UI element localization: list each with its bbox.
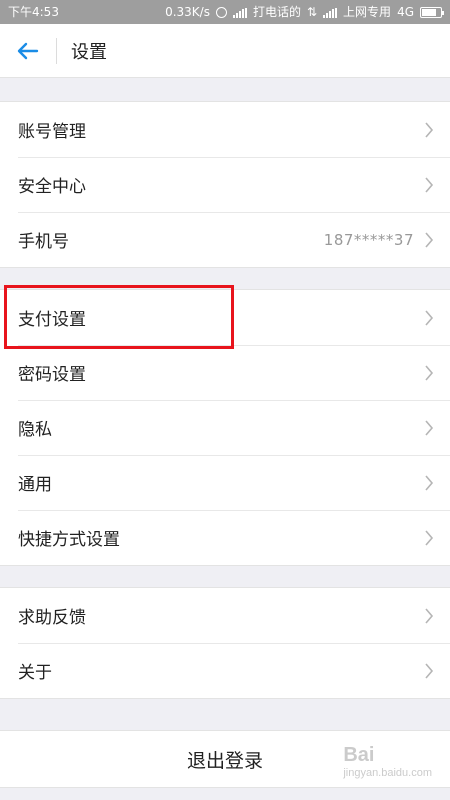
back-button[interactable]	[0, 24, 56, 78]
settings-item-security-center[interactable]: 安全中心	[0, 157, 450, 212]
battery-icon	[414, 0, 444, 24]
settings-item-label: 关于	[18, 663, 52, 683]
settings-item-label: 求助反馈	[18, 608, 86, 628]
logout-label: 退出登录	[186, 749, 263, 772]
settings-item-help-feedback[interactable]: 求助反馈	[0, 588, 450, 643]
settings-section-account: 账号管理 安全中心 手机号 187*****37	[0, 101, 450, 268]
network-speed: 0.33K/s	[165, 5, 210, 19]
alarm-icon	[215, 0, 227, 24]
data-transfer-icon: ⇅	[306, 5, 318, 19]
chevron-right-icon	[425, 662, 434, 679]
chevron-right-icon	[425, 364, 434, 381]
watermark-sub: jingyan.baidu.com	[343, 767, 432, 779]
settings-item-label: 快捷方式设置	[18, 530, 120, 550]
settings-item-label: 通用	[18, 475, 52, 495]
phone-number-value: 187*****37	[323, 230, 414, 249]
title-bar: 设置	[0, 24, 450, 78]
chevron-right-icon	[425, 419, 434, 436]
carrier-label: 上网专用	[343, 5, 392, 19]
arrow-left-icon	[17, 42, 39, 59]
settings-item-general[interactable]: 通用	[0, 455, 450, 510]
settings-item-shortcut-settings[interactable]: 快捷方式设置	[0, 510, 450, 565]
settings-item-phone-number[interactable]: 手机号 187*****37	[0, 212, 450, 267]
chevron-right-icon	[425, 529, 434, 546]
chevron-right-icon	[425, 121, 434, 138]
signal-icon-2	[323, 0, 338, 24]
call-label: 打电话的	[252, 5, 301, 19]
settings-item-label: 密码设置	[18, 365, 86, 385]
settings-item-label: 隐私	[18, 420, 52, 440]
chevron-right-icon	[425, 231, 434, 248]
settings-item-payment-settings[interactable]: 支付设置	[0, 290, 450, 345]
settings-item-label: 手机号	[18, 232, 69, 252]
network-type: 4G	[397, 5, 414, 19]
settings-item-label: 账号管理	[18, 122, 86, 142]
page-title: 设置	[71, 41, 107, 63]
settings-item-label: 支付设置	[18, 310, 86, 330]
signal-icon	[232, 0, 247, 24]
settings-item-account-management[interactable]: 账号管理	[0, 102, 450, 157]
settings-item-password-settings[interactable]: 密码设置	[0, 345, 450, 400]
settings-section-help: 求助反馈 关于	[0, 587, 450, 699]
status-bar: 下午4:53 0.33K/s 打电话的 ⇅ 上网专用 4G	[0, 0, 450, 24]
settings-section-general: 支付设置 密码设置 隐私 通用 快捷方式设置	[0, 289, 450, 566]
chevron-right-icon	[425, 474, 434, 491]
status-time: 下午4:53	[8, 5, 59, 19]
settings-item-about[interactable]: 关于	[0, 643, 450, 698]
settings-item-privacy[interactable]: 隐私	[0, 400, 450, 455]
watermark-text: Bai	[343, 744, 375, 766]
title-divider	[56, 37, 57, 64]
chevron-right-icon	[425, 176, 434, 193]
chevron-right-icon	[425, 607, 434, 624]
settings-item-label: 安全中心	[18, 177, 86, 197]
chevron-right-icon	[425, 309, 434, 326]
baidu-watermark: Bai jingyan.baidu.com	[343, 744, 432, 779]
